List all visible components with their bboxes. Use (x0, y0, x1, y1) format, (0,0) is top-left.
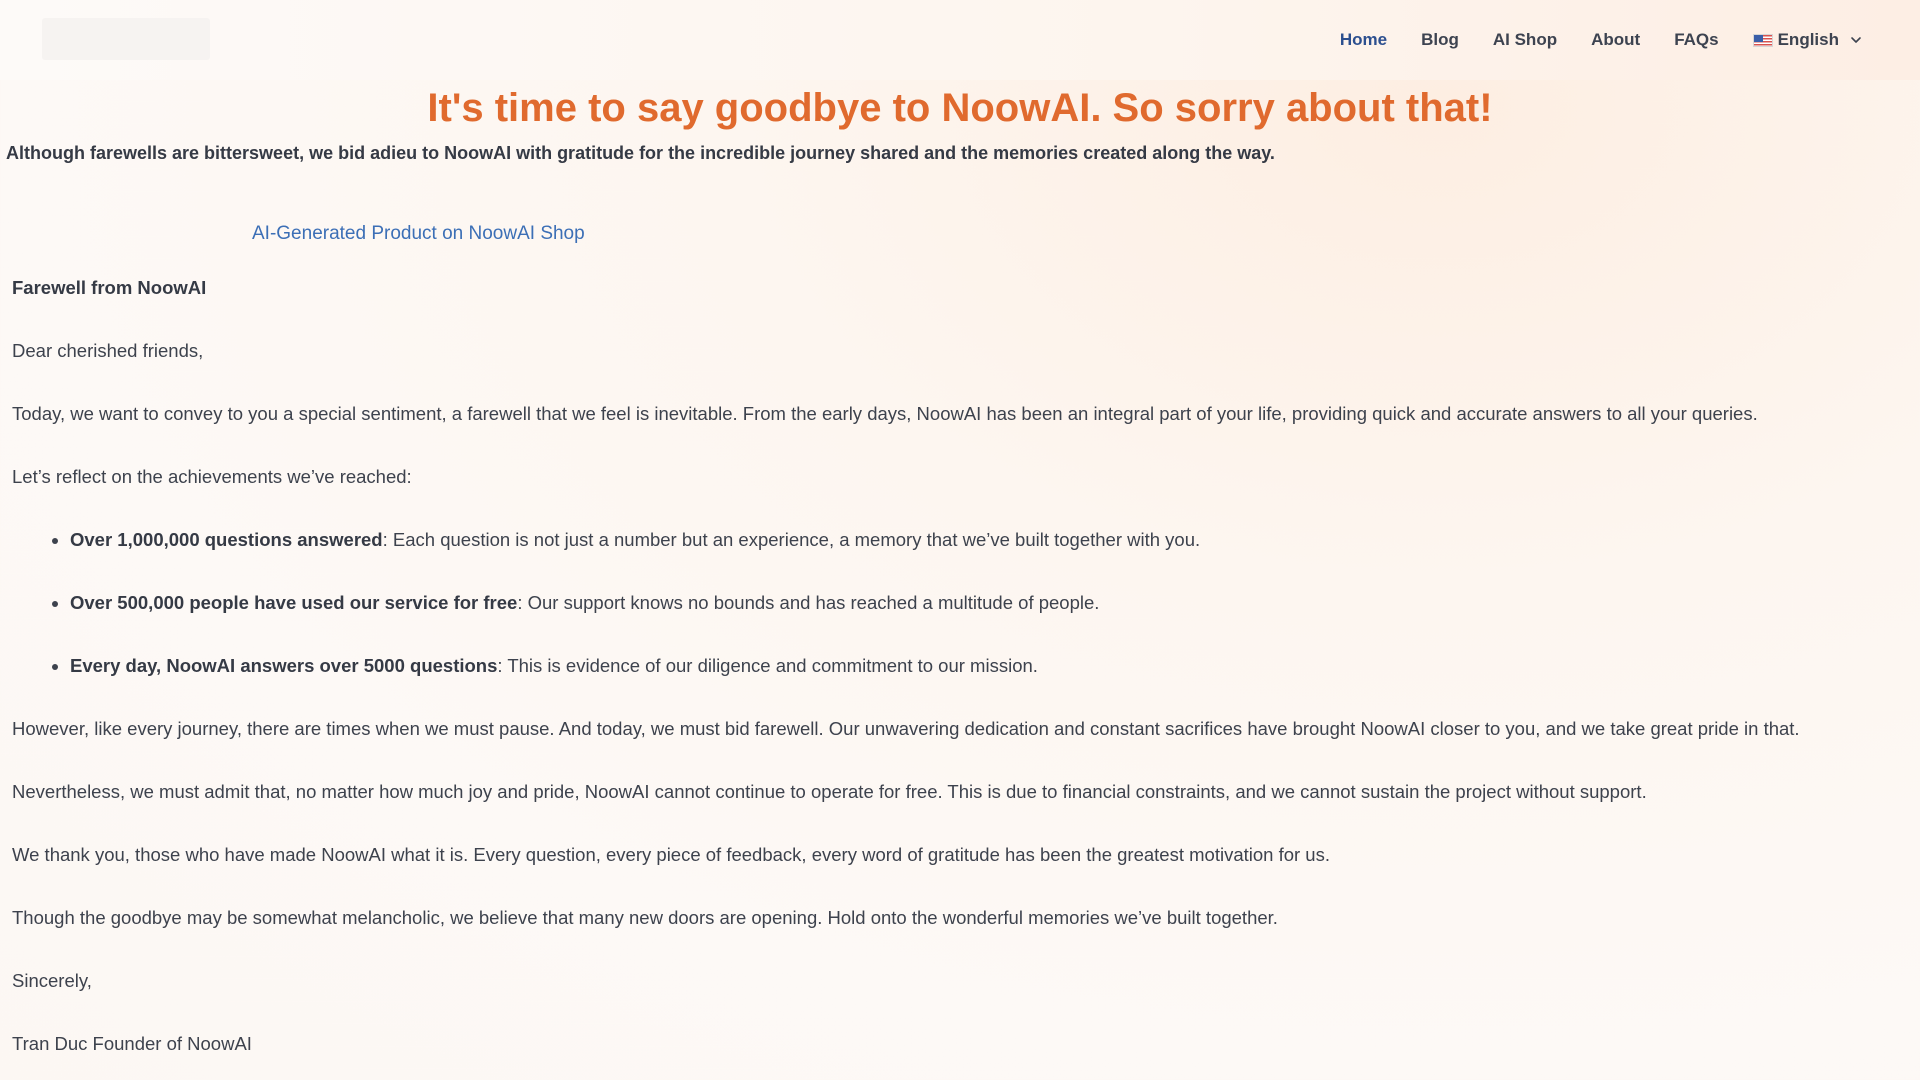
site-logo[interactable] (42, 18, 210, 60)
achievement-text: : Each question is not just a number but… (382, 529, 1201, 550)
letter-heading: Farewell from NoowAI (12, 277, 207, 298)
farewell-letter: Farewell from NoowAI Dear cherished frie… (12, 276, 1902, 1080)
list-item: Over 1,000,000 questions answered: Each … (70, 528, 1902, 552)
site-header: Home Blog AI Shop About FAQs English (0, 0, 1920, 80)
chevron-down-icon (1849, 33, 1863, 47)
achievement-highlight: Every day, NoowAI answers over 5000 ques… (70, 655, 498, 676)
letter-greeting: Dear cherished friends, (12, 340, 204, 361)
list-item: Over 500,000 people have used our servic… (70, 591, 1902, 615)
achievement-highlight: Over 1,000,000 questions answered (70, 529, 383, 550)
nav-ai-shop[interactable]: AI Shop (1493, 30, 1557, 50)
achievement-text: : This is evidence of our diligence and … (497, 655, 1038, 676)
letter-paragraph-hope: Though the goodbye may be somewhat melan… (12, 907, 1278, 928)
letter-intro: Today, we want to convey to you a specia… (12, 403, 1758, 424)
letter-reflect: Let’s reflect on the achievements we’ve … (12, 466, 412, 487)
letter-paragraph-thanks: We thank you, those who have made NoowAI… (12, 844, 1330, 865)
letter-paragraph-pause: However, like every journey, there are t… (12, 718, 1800, 739)
main-nav: Home Blog AI Shop About FAQs English (1306, 28, 1863, 52)
letter-signature: Tran Duc Founder of NoowAI (12, 1033, 252, 1054)
letter-paragraph-funding: Nevertheless, we must admit that, no mat… (12, 781, 1647, 802)
letter-closing: Sincerely, (12, 970, 92, 991)
nav-blog[interactable]: Blog (1421, 30, 1459, 50)
nav-home[interactable]: Home (1340, 30, 1387, 50)
nav-faqs[interactable]: FAQs (1674, 30, 1718, 50)
shop-product-link[interactable]: AI-Generated Product on NoowAI Shop (252, 223, 585, 245)
achievements-list: Over 1,000,000 questions answered: Each … (12, 528, 1902, 678)
language-selector[interactable]: English (1752, 30, 1863, 50)
list-item: Every day, NoowAI answers over 5000 ques… (70, 654, 1902, 678)
achievement-highlight: Over 500,000 people have used our servic… (70, 592, 518, 613)
achievement-text: : Our support knows no bounds and has re… (517, 592, 1100, 613)
page-subtitle: Although farewells are bittersweet, we b… (6, 143, 1275, 163)
us-flag-icon (1752, 33, 1773, 47)
language-label: English (1777, 30, 1839, 49)
page-title: It's time to say goodbye to NoowAI. So s… (427, 86, 1493, 130)
nav-about[interactable]: About (1591, 30, 1640, 50)
